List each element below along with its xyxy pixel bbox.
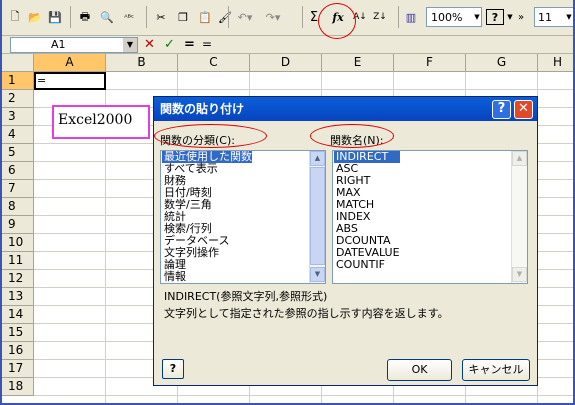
dialog-title-bar[interactable]: 関数の貼り付け [154,97,537,121]
gridline [34,395,573,396]
column-header-e[interactable]: E [322,54,394,72]
zoom-dropdown-icon[interactable]: ▼ [472,7,482,27]
function-syntax: INDIRECT(参照文字列,参照形式) [164,290,328,303]
cancel-icon[interactable]: ✕ [144,37,155,52]
dialog-title: 関数の貼り付け [160,102,245,116]
row-header-4[interactable]: 4 [2,126,34,144]
dialog-close-button[interactable]: ✕ [514,100,533,119]
row-header-12[interactable]: 12 [2,270,34,288]
function-description: 文字列として指定された参照の指し示す内容を返します。 [164,307,449,320]
row-header-6[interactable]: 6 [2,162,34,180]
excel2000-textbox[interactable]: Excel2000 [52,105,150,139]
undo-icon[interactable]: ↶▾ [232,7,258,27]
row-header-11[interactable]: 11 [2,252,34,270]
row-header-2[interactable]: 2 [2,90,34,108]
enter-icon[interactable]: ✓ [164,37,175,52]
cell-a1[interactable]: = [34,72,106,90]
column-header-h[interactable]: H [538,54,573,72]
category-item[interactable]: 情報 [162,271,252,283]
row-header-13[interactable]: 13 [2,288,34,306]
help-icon[interactable]: ? [486,9,504,25]
scroll-down-icon[interactable]: ▼ [512,267,527,282]
cancel-button[interactable]: キャンセル [462,359,530,381]
sort-descending-icon[interactable]: Z↓ [372,7,388,27]
row-header-14[interactable]: 14 [2,306,34,324]
scroll-thumb[interactable] [310,167,325,265]
copy-icon[interactable]: ❐ [174,7,192,27]
excel-window: 🗋 📂 💾 🖶 🔍 ᴬᴮᶜ ✂ ❐ 📋 🖌 ↶▾ ↷▾ Σ fx A↓ Z↓ ▥… [0,0,575,405]
category-highlight-circle [154,124,267,148]
column-header-b[interactable]: B [106,54,178,72]
select-all-corner[interactable] [2,54,34,72]
chart-wizard-icon[interactable]: ▥ [402,7,420,27]
function-scrollbar[interactable]: ▲ ▼ [511,151,527,283]
print-preview-icon[interactable]: 🔍 [98,7,116,27]
zoom-value: 100% [431,10,463,24]
column-header-f[interactable]: F [394,54,466,72]
row-header-9[interactable]: 9 [2,216,34,234]
formula-content[interactable]: = [202,37,212,51]
formula-bar: A1 ▼ ✕ ✓ = = [2,36,573,54]
new-icon[interactable]: 🗋 [6,7,24,27]
row-header-10[interactable]: 10 [2,234,34,252]
paste-icon[interactable]: 📋 [196,7,214,27]
row-header-17[interactable]: 17 [2,360,34,378]
font-size-value: 11 [538,10,552,24]
cut-icon[interactable]: ✂ [152,7,170,27]
row-header-18[interactable]: 18 [2,378,34,396]
function-list[interactable]: INDIRECT ASC RIGHT MAX MATCH INDEX ABS DCOUNTA D… [332,150,528,284]
gridline [34,89,573,90]
scroll-down-icon[interactable]: ▼ [310,267,325,282]
help-dropdown-icon[interactable]: ▼ [506,7,514,27]
column-header-d[interactable]: D [250,54,322,72]
row-header-8[interactable]: 8 [2,198,34,216]
column-header-g[interactable]: G [466,54,538,72]
save-icon[interactable]: 💾 [46,7,64,27]
more-buttons-icon[interactable]: » [514,7,528,27]
fx-highlight-circle [318,3,356,39]
row-header-7[interactable]: 7 [2,180,34,198]
scroll-up-icon[interactable]: ▲ [310,151,325,166]
category-list[interactable]: 最近使用した関数 すべて表示 財務 日付/時刻 数学/三角 統計 検索/行列 データベース 文字… [160,150,326,284]
row-header-1[interactable]: 1 [2,72,34,90]
ok-button[interactable]: OK [387,359,452,381]
function-item[interactable]: COUNTIF [334,259,400,271]
name-box-dropdown-icon[interactable]: ▼ [123,38,137,52]
category-scrollbar[interactable]: ▲ ▼ [309,151,325,283]
open-icon[interactable]: 📂 [26,7,44,27]
function-name-highlight-circle [310,124,394,148]
redo-icon[interactable]: ↷▾ [260,7,286,27]
print-icon[interactable]: 🖶 [76,7,94,27]
help-icon[interactable]: ? [162,359,184,379]
name-box-value: A1 [51,38,66,51]
row-header-15[interactable]: 15 [2,324,34,342]
scroll-up-icon[interactable]: ▲ [512,151,527,166]
column-header-c[interactable]: C [178,54,250,72]
spelling-icon[interactable]: ᴬᴮᶜ [120,7,138,27]
row-header-3[interactable]: 3 [2,108,34,126]
row-header-5[interactable]: 5 [2,144,34,162]
dialog-help-button[interactable]: ? [492,100,511,119]
name-box[interactable]: A1 ▼ [10,37,138,53]
standard-toolbar: 🗋 📂 💾 🖶 🔍 ᴬᴮᶜ ✂ ❐ 📋 🖌 ↶▾ ↷▾ Σ fx A↓ Z↓ ▥… [2,0,573,36]
edit-formula-icon[interactable]: = [184,37,195,52]
font-size-dropdown-icon[interactable]: ▼ [564,7,573,27]
column-header-a[interactable]: A [34,54,106,72]
row-header-16[interactable]: 16 [2,342,34,360]
